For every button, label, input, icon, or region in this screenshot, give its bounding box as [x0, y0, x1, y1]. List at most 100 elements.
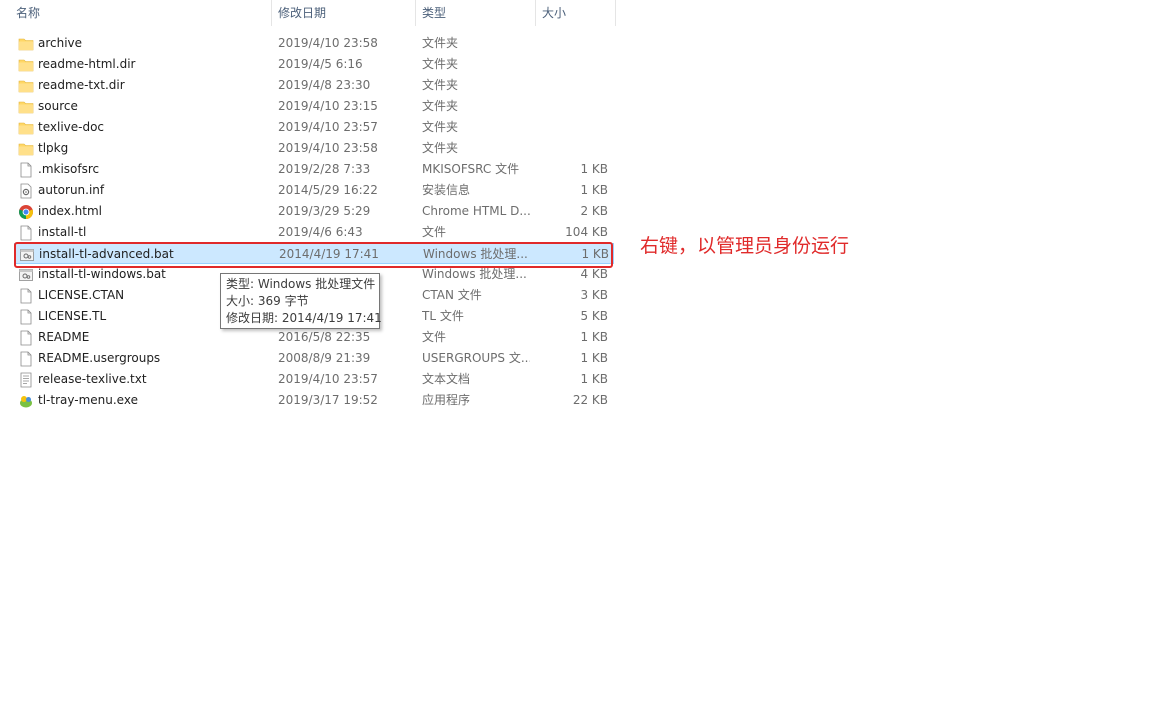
- file-row[interactable]: index.html 2019/3/29 5:29 Chrome HTML D...…: [14, 201, 614, 222]
- file-type: 文件夹: [422, 120, 459, 134]
- file-row[interactable]: README 2016/5/8 22:35 文件 1 KB: [14, 327, 614, 348]
- file-row[interactable]: readme-txt.dir 2019/4/8 23:30 文件夹: [14, 75, 614, 96]
- file-row[interactable]: tl-tray-menu.exe 2019/3/17 19:52 应用程序 22 KB: [14, 390, 614, 411]
- file-explorer: 名称 ⌃ 修改日期 类型 大小 archive 2019/4/10 23:58 文件…: [0, 0, 1160, 714]
- file-icon: [18, 309, 34, 325]
- file-date: 2019/3/29 5:29: [278, 204, 371, 218]
- file-name: release-texlive.txt: [38, 372, 147, 386]
- file-date: 2019/4/10 23:58: [278, 141, 378, 155]
- file-type: 文件: [422, 225, 447, 239]
- file-size: [534, 117, 608, 138]
- file-date: 2008/8/9 21:39: [278, 351, 371, 365]
- file-icon: [18, 288, 34, 304]
- column-type-label: 类型: [422, 6, 447, 20]
- column-header: 名称 ⌃ 修改日期 类型 大小: [0, 0, 616, 26]
- file-row[interactable]: readme-html.dir 2019/4/5 6:16 文件夹: [14, 54, 614, 75]
- settings-file-icon: [18, 183, 34, 199]
- file-icon: [18, 330, 34, 346]
- file-name: texlive-doc: [38, 120, 105, 134]
- file-date: 2019/4/6 6:43: [278, 225, 363, 239]
- file-type: 安装信息: [422, 183, 471, 197]
- file-size: 1 KB: [580, 330, 608, 344]
- file-row[interactable]: release-texlive.txt 2019/4/10 23:57 文本文档 1 …: [14, 369, 614, 390]
- file-size: 3 KB: [580, 288, 608, 302]
- file-name: readme-html.dir: [38, 57, 136, 71]
- file-size: 1 KB: [580, 372, 608, 386]
- file-type: CTAN 文件: [422, 288, 482, 302]
- file-row[interactable]: texlive-doc 2019/4/10 23:57 文件夹: [14, 117, 614, 138]
- file-date: 2016/5/8 22:35: [278, 330, 371, 344]
- folder-icon: [18, 99, 34, 115]
- tooltip-date: 修改日期: 2014/4/19 17:41: [226, 311, 382, 325]
- file-size: [534, 33, 608, 54]
- file-name: tl-tray-menu.exe: [38, 393, 138, 407]
- column-date-label: 修改日期: [278, 6, 327, 20]
- batch-file-icon: [18, 267, 34, 283]
- file-name: source: [38, 99, 78, 113]
- file-name: autorun.inf: [38, 183, 105, 197]
- file-date: 2019/4/10 23:57: [278, 120, 378, 134]
- column-date[interactable]: 修改日期: [272, 0, 416, 26]
- file-name: README: [38, 330, 90, 344]
- folder-icon: [18, 57, 34, 73]
- file-size: 5 KB: [580, 309, 608, 323]
- file-type: 文件: [422, 330, 447, 344]
- file-size: [534, 54, 608, 75]
- folder-icon: [18, 120, 34, 136]
- file-date: 2019/2/28 7:33: [278, 162, 371, 176]
- highlight-box: [14, 242, 613, 268]
- annotation-text: 右键，以管理员身份运行: [640, 235, 850, 257]
- file-type: TL 文件: [422, 309, 464, 323]
- column-size-label: 大小: [542, 6, 567, 20]
- exe-icon: [18, 393, 34, 409]
- file-type: 文件夹: [422, 78, 459, 92]
- file-name: archive: [38, 36, 83, 50]
- file-row[interactable]: .mkisofsrc 2019/2/28 7:33 MKISOFSRC 文件 1 KB: [14, 159, 614, 180]
- file-date: 2019/4/10 23:57: [278, 372, 378, 386]
- file-row[interactable]: install-tl 2019/4/6 6:43 文件 104 KB: [14, 222, 614, 243]
- folder-icon: [18, 78, 34, 94]
- file-row[interactable]: tlpkg 2019/4/10 23:58 文件夹: [14, 138, 614, 159]
- file-type: 应用程序: [422, 393, 471, 407]
- file-type: USERGROUPS 文...: [422, 351, 530, 365]
- file-row[interactable]: README.usergroups 2008/8/9 21:39 USERGROUP…: [14, 348, 614, 369]
- tooltip-size: 大小: 369 字节: [226, 294, 309, 308]
- tooltip-type: 类型: Windows 批处理文件: [226, 277, 376, 291]
- folder-icon: [18, 36, 34, 52]
- file-size: 1 KB: [580, 162, 608, 176]
- file-date: 2019/4/8 23:30: [278, 78, 371, 92]
- file-size: [534, 96, 608, 117]
- file-type: 文件夹: [422, 57, 459, 71]
- column-name[interactable]: 名称 ⌃: [10, 0, 272, 26]
- file-size: 1 KB: [580, 183, 608, 197]
- file-date: 2019/3/17 19:52: [278, 393, 378, 407]
- file-icon: [18, 162, 34, 178]
- file-name: .mkisofsrc: [38, 162, 100, 176]
- column-type[interactable]: 类型: [416, 0, 536, 26]
- file-date: 2019/4/10 23:15: [278, 99, 378, 113]
- file-type: 文件夹: [422, 36, 459, 50]
- file-type: Chrome HTML D...: [422, 204, 530, 218]
- file-icon: [18, 351, 34, 367]
- folder-icon: [18, 141, 34, 157]
- file-size: 104 KB: [565, 225, 608, 239]
- file-name: install-tl: [38, 225, 87, 239]
- column-size[interactable]: 大小: [536, 0, 616, 26]
- file-size: 22 KB: [572, 393, 608, 407]
- file-type: 文件夹: [422, 141, 459, 155]
- file-tooltip: 类型: Windows 批处理文件 大小: 369 字节 修改日期: 2014/…: [220, 273, 382, 329]
- file-name: readme-txt.dir: [38, 78, 125, 92]
- file-icon: [18, 225, 34, 241]
- file-row[interactable]: source 2019/4/10 23:15 文件夹: [14, 96, 614, 117]
- file-type: 文件夹: [422, 99, 459, 113]
- chrome-icon: [18, 204, 34, 220]
- file-size: [534, 138, 608, 159]
- file-row[interactable]: autorun.inf 2014/5/29 16:22 安装信息 1 KB: [14, 180, 614, 201]
- file-date: 2014/5/29 16:22: [278, 183, 378, 197]
- column-name-label: 名称: [16, 6, 41, 20]
- file-size: 1 KB: [580, 351, 608, 365]
- file-name: README.usergroups: [38, 351, 161, 365]
- file-type: MKISOFSRC 文件: [422, 162, 520, 176]
- file-date: 2019/4/5 6:16: [278, 57, 363, 71]
- file-row[interactable]: archive 2019/4/10 23:58 文件夹: [14, 33, 614, 54]
